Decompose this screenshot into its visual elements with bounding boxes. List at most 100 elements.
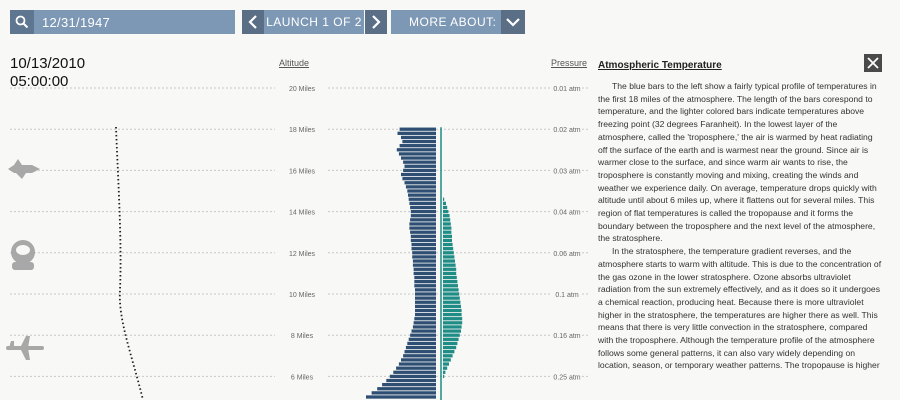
space-shuttle-icon xyxy=(8,159,40,179)
temperature-bar-warm xyxy=(443,366,448,370)
temperature-bar-warm xyxy=(443,337,459,341)
temperature-bar-warm xyxy=(443,230,452,234)
temperature-bar-warm xyxy=(443,333,460,337)
temperature-bar-warm xyxy=(443,296,460,300)
temperature-bar-cold xyxy=(407,189,436,193)
temperature-bar-cold xyxy=(410,209,436,214)
temperature-bar-cold xyxy=(401,358,436,362)
temperature-bar-cold xyxy=(401,135,436,140)
temperature-bar-warm xyxy=(443,350,455,354)
temperature-bar-cold xyxy=(377,387,436,391)
pressure-tick-label: 0.04 atm xyxy=(553,210,580,217)
temperature-bar-cold xyxy=(402,139,436,144)
temperature-bar-warm xyxy=(443,354,453,358)
atmosphere-profile-chart: 20 Miles 0.01 atm 18 Miles 0.02 atm 16 Miles… xyxy=(10,86,590,400)
temperature-bar-warm xyxy=(443,279,458,284)
close-article-button[interactable] xyxy=(864,54,882,72)
pressure-tick-label: 0.25 atm xyxy=(553,374,580,381)
temperature-bar-warm xyxy=(443,205,448,210)
pressure-tick-label: 0.02 atm xyxy=(553,127,580,134)
temperature-bar-cold xyxy=(403,168,436,173)
altitude-tick-label: 10 Miles xyxy=(289,292,316,299)
temperature-bar-warm xyxy=(443,214,450,218)
temperature-bar-cold xyxy=(413,321,436,325)
temperature-bar-warm xyxy=(443,218,451,222)
article-paragraph: The blue bars to the left show a fairly … xyxy=(598,81,877,244)
temperature-bar-cold xyxy=(415,296,436,300)
temperature-bar-cold xyxy=(401,172,436,177)
temperature-bar-warm xyxy=(443,329,461,333)
pressure-tick-label: 0.16 atm xyxy=(553,333,580,340)
temperature-bar-warm xyxy=(443,247,454,251)
temperature-bar-cold xyxy=(396,148,436,152)
temperature-bar-warm xyxy=(443,345,457,350)
temperature-bar-cold xyxy=(407,341,436,346)
temperature-bar-cold xyxy=(412,259,436,263)
temperature-bar-cold xyxy=(415,300,436,304)
pressure-tick-label: 0.01 atm xyxy=(553,86,580,93)
temperature-bar-cold xyxy=(415,312,436,317)
temperature-bar-cold xyxy=(408,193,436,197)
temperature-bar-cold xyxy=(409,201,436,206)
temperature-bar-cold xyxy=(414,279,436,284)
temperature-bar-warm xyxy=(443,209,449,214)
temperature-bar-warm xyxy=(443,362,449,366)
temperature-bar-warm xyxy=(443,358,451,362)
temperature-bar-cold xyxy=(404,350,436,354)
temperature-bar-warm xyxy=(443,251,454,255)
temperature-bar-warm xyxy=(443,201,446,206)
temperature-bar-cold xyxy=(410,205,436,210)
temperature-bar-cold xyxy=(398,362,436,366)
article-paragraph: In the stratosphere, the temperature gra… xyxy=(598,246,882,371)
temperature-bar-warm xyxy=(443,321,463,325)
temperature-bar-cold xyxy=(386,378,436,383)
temperature-bar-cold xyxy=(403,354,436,358)
temperature-bar-cold xyxy=(414,317,436,321)
temperature-bar-cold xyxy=(402,176,436,181)
temperature-bar-warm xyxy=(443,267,457,271)
temperature-bar-cold xyxy=(415,308,436,313)
pressure-tick-label: 0.1 atm xyxy=(555,292,579,299)
astronaut-icon xyxy=(11,240,35,270)
temperature-bar-warm xyxy=(443,341,458,346)
temperature-bar-warm xyxy=(443,275,457,280)
balloon-trajectory xyxy=(115,126,144,400)
temperature-bar-cold xyxy=(412,325,436,329)
temperature-bar-warm xyxy=(443,325,462,329)
temperature-bar-cold xyxy=(410,238,436,243)
temperature-bar-warm xyxy=(443,222,451,226)
temperature-bar-cold xyxy=(411,329,436,333)
temperature-bar-warm xyxy=(443,370,446,374)
temperature-bar-cold xyxy=(411,242,436,247)
temperature-bar-cold xyxy=(404,164,436,168)
temperature-bar-cold xyxy=(399,144,436,148)
temperature-bar-cold xyxy=(371,391,436,395)
temperature-bar-warm xyxy=(443,284,458,288)
temperature-bar-cold xyxy=(412,255,436,259)
temperature-bar-cold xyxy=(413,267,436,271)
pressure-tick-label: 0.03 atm xyxy=(553,168,580,175)
temperature-bar-cold xyxy=(414,275,436,280)
article-title: Atmospheric Temperature xyxy=(598,60,722,71)
altitude-tick-label: 16 Miles xyxy=(289,168,316,175)
temperature-bar-cold xyxy=(410,230,436,234)
temperature-bar-warm xyxy=(443,255,455,259)
temperature-bar-cold xyxy=(389,374,436,379)
temperature-bar-warm xyxy=(443,300,461,304)
temperature-bar-cold xyxy=(401,156,436,160)
temperature-bar-warm xyxy=(443,304,461,309)
altitude-tick-label: 6 Miles xyxy=(291,374,314,381)
temperature-bar-warm xyxy=(443,226,452,230)
close-icon xyxy=(867,57,879,69)
temperature-bar-warm xyxy=(443,317,463,321)
temperature-bar-cold xyxy=(403,160,436,164)
temperature-bar-warm xyxy=(443,234,452,238)
altitude-tick-label: 14 Miles xyxy=(289,210,316,217)
temperature-bar-cold xyxy=(414,284,436,288)
temperature-bar-warm xyxy=(443,374,445,379)
article-body: The blue bars to the left show a fairly … xyxy=(598,80,883,372)
temperature-bar-cold xyxy=(382,382,436,387)
temperature-bar-cold xyxy=(410,218,436,222)
temperature-bar-cold xyxy=(412,251,436,255)
temperature-bar-cold xyxy=(408,337,436,341)
